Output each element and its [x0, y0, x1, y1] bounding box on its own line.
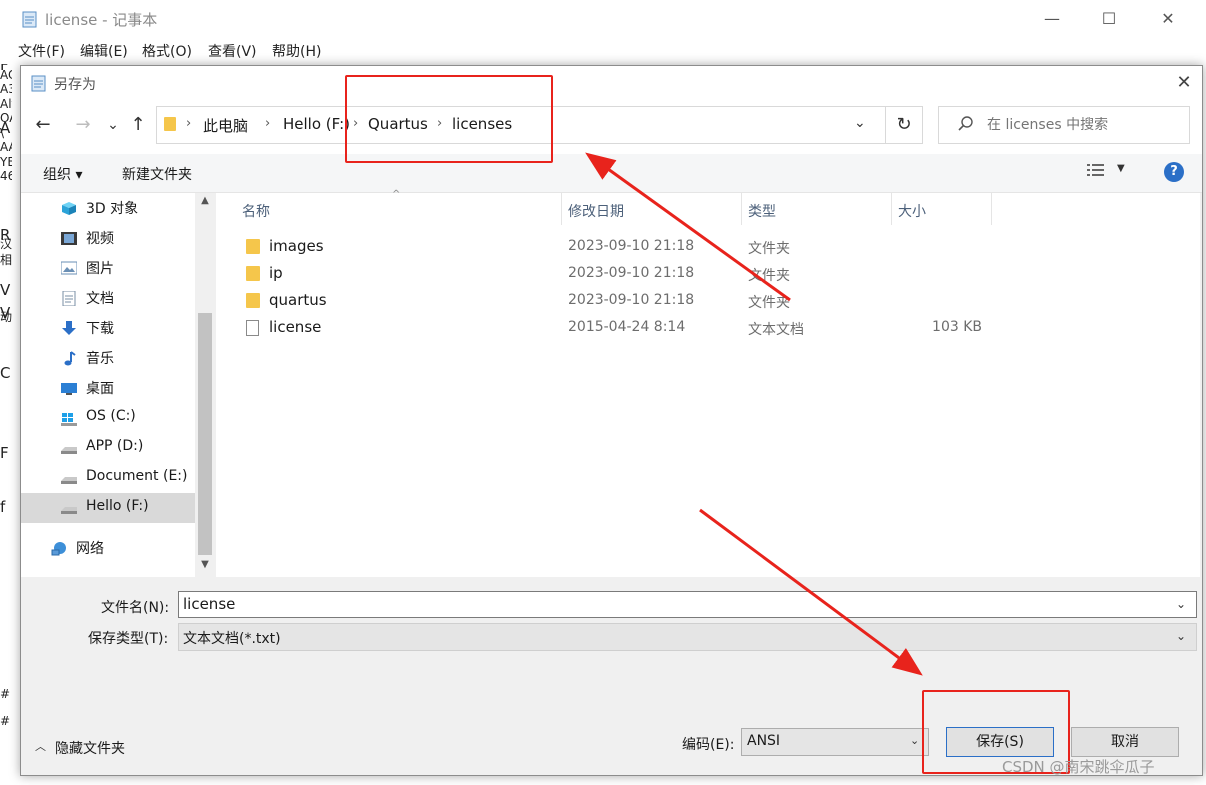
arrow-to-save	[699, 508, 923, 676]
arrow-to-path	[585, 152, 791, 302]
watermark: CSDN @南宋跳伞瓜子	[1002, 758, 1155, 776]
annotation-arrows	[585, 152, 923, 676]
